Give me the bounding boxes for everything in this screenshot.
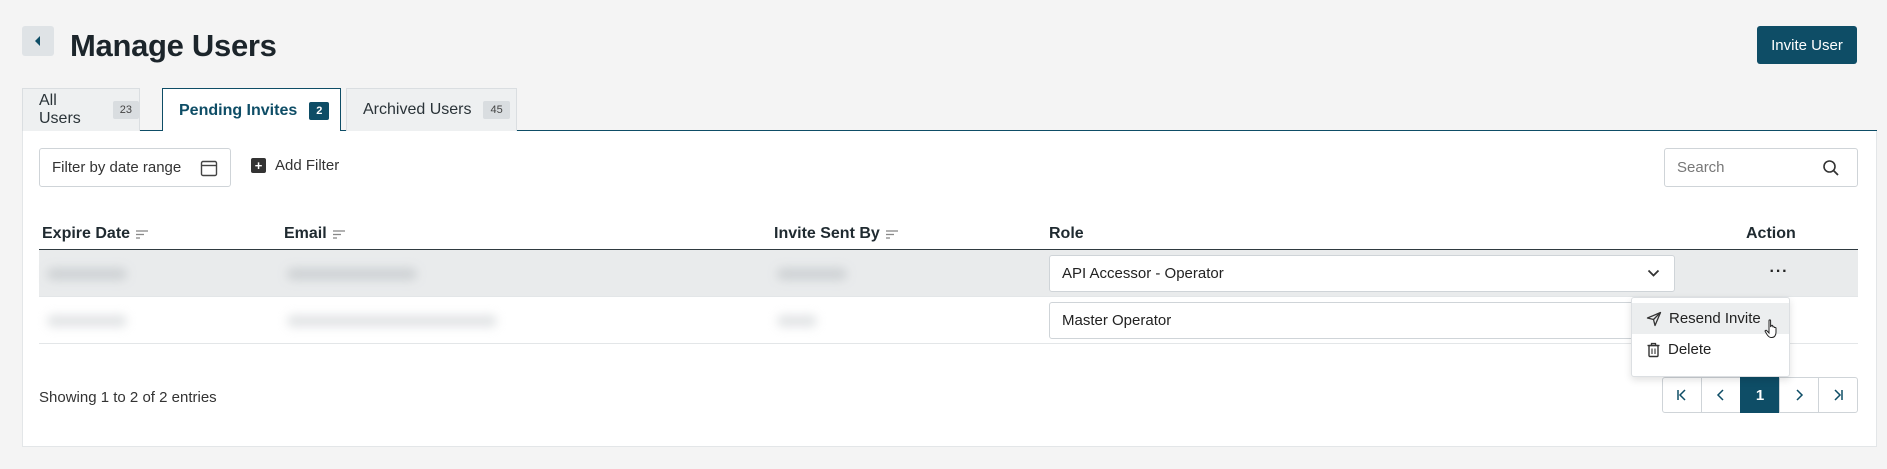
summary-to: 2 — [129, 389, 139, 406]
chevron-down-icon — [1647, 269, 1660, 277]
role-select[interactable]: Master Operator — [1049, 302, 1675, 339]
calendar-icon — [200, 160, 218, 177]
column-label: Invite Sent By — [774, 225, 880, 242]
column-header-invite-sent-by[interactable]: Invite Sent By — [774, 225, 898, 243]
prev-page-button[interactable] — [1701, 377, 1741, 413]
role-value: API Accessor - Operator — [1062, 265, 1224, 282]
summary-total: 2 — [159, 389, 168, 406]
send-icon — [1646, 311, 1662, 327]
plus-square-icon: + — [251, 158, 266, 173]
page-header: Manage Users Invite User — [22, 26, 1857, 66]
sort-icon — [885, 229, 898, 239]
trash-icon — [1646, 342, 1661, 358]
tab-pending-invites[interactable]: Pending Invites 2 — [162, 88, 341, 132]
column-label: Role — [1049, 225, 1084, 242]
add-filter-button[interactable]: + Add Filter — [251, 157, 339, 174]
row-action-menu-button[interactable]: ··· — [1767, 262, 1791, 282]
tab-all-users[interactable]: All Users 23 — [22, 88, 140, 131]
blurred-sender — [777, 315, 817, 327]
entries-summary: Showing 1 to 2 of 2 entries — [39, 389, 217, 406]
menu-item-label: Delete — [1668, 341, 1712, 358]
column-header-action: Action — [1746, 225, 1796, 243]
page-title: Manage Users — [70, 28, 277, 63]
page-button-current[interactable]: 1 — [1740, 377, 1780, 413]
column-label: Action — [1746, 225, 1796, 242]
prev-page-icon — [1716, 389, 1724, 401]
blurred-expire-date — [47, 315, 127, 327]
sort-icon — [332, 229, 345, 239]
tab-count-badge: 23 — [112, 101, 139, 119]
tab-count-badge: 2 — [309, 101, 330, 120]
pagination: 1 — [1662, 377, 1858, 413]
date-range-filter[interactable]: Filter by date range — [39, 148, 231, 187]
last-page-icon — [1834, 389, 1843, 401]
tab-label: All Users — [39, 92, 81, 127]
invite-user-button[interactable]: Invite User — [1757, 26, 1857, 64]
pending-invites-panel: Filter by date range + Add Filter Expire… — [22, 131, 1877, 447]
add-filter-label: Add Filter — [275, 157, 340, 174]
column-header-role: Role — [1049, 225, 1084, 243]
next-page-button[interactable] — [1779, 377, 1819, 413]
date-range-label: Filter by date range — [52, 159, 182, 176]
sort-icon — [136, 229, 149, 239]
blurred-expire-date — [47, 268, 127, 280]
summary-from: 1 — [100, 389, 110, 406]
search-input[interactable] — [1665, 149, 1815, 186]
column-label: Expire Date — [42, 225, 131, 242]
role-select[interactable]: API Accessor - Operator — [1049, 255, 1675, 292]
user-tabs: All Users 23 Pending Invites 2 Archived … — [22, 88, 1877, 132]
first-page-icon — [1677, 389, 1686, 401]
first-page-button[interactable] — [1662, 377, 1702, 413]
summary-to-word: to — [113, 389, 126, 406]
back-button[interactable] — [22, 26, 54, 56]
summary-suffix: entries — [171, 389, 217, 406]
tab-archived-users[interactable]: Archived Users 45 — [346, 88, 517, 131]
blurred-email — [287, 268, 417, 280]
column-header-expire-date[interactable]: Expire Date — [42, 225, 149, 243]
table-row: API Accessor - Operator ··· — [39, 250, 1858, 297]
summary-of-word: of — [142, 389, 155, 406]
summary-prefix: Showing — [39, 389, 97, 406]
tab-label: Archived Users — [363, 101, 472, 118]
next-page-icon — [1796, 389, 1804, 401]
column-header-email[interactable]: Email — [284, 225, 345, 243]
caret-left-icon — [35, 36, 40, 46]
column-label: Email — [284, 225, 327, 242]
tab-count-badge: 45 — [483, 101, 510, 119]
search-icon[interactable] — [1822, 159, 1840, 177]
blurred-email — [287, 315, 497, 327]
table-row: Master Operator — [39, 297, 1858, 344]
last-page-button[interactable] — [1818, 377, 1858, 413]
menu-item-label: Resend Invite — [1669, 310, 1761, 327]
tab-label: Pending Invites — [179, 101, 298, 119]
hand-pointer-cursor-icon — [1764, 319, 1777, 338]
role-value: Master Operator — [1062, 312, 1172, 329]
search-box — [1664, 148, 1858, 187]
blurred-sender — [777, 268, 847, 280]
